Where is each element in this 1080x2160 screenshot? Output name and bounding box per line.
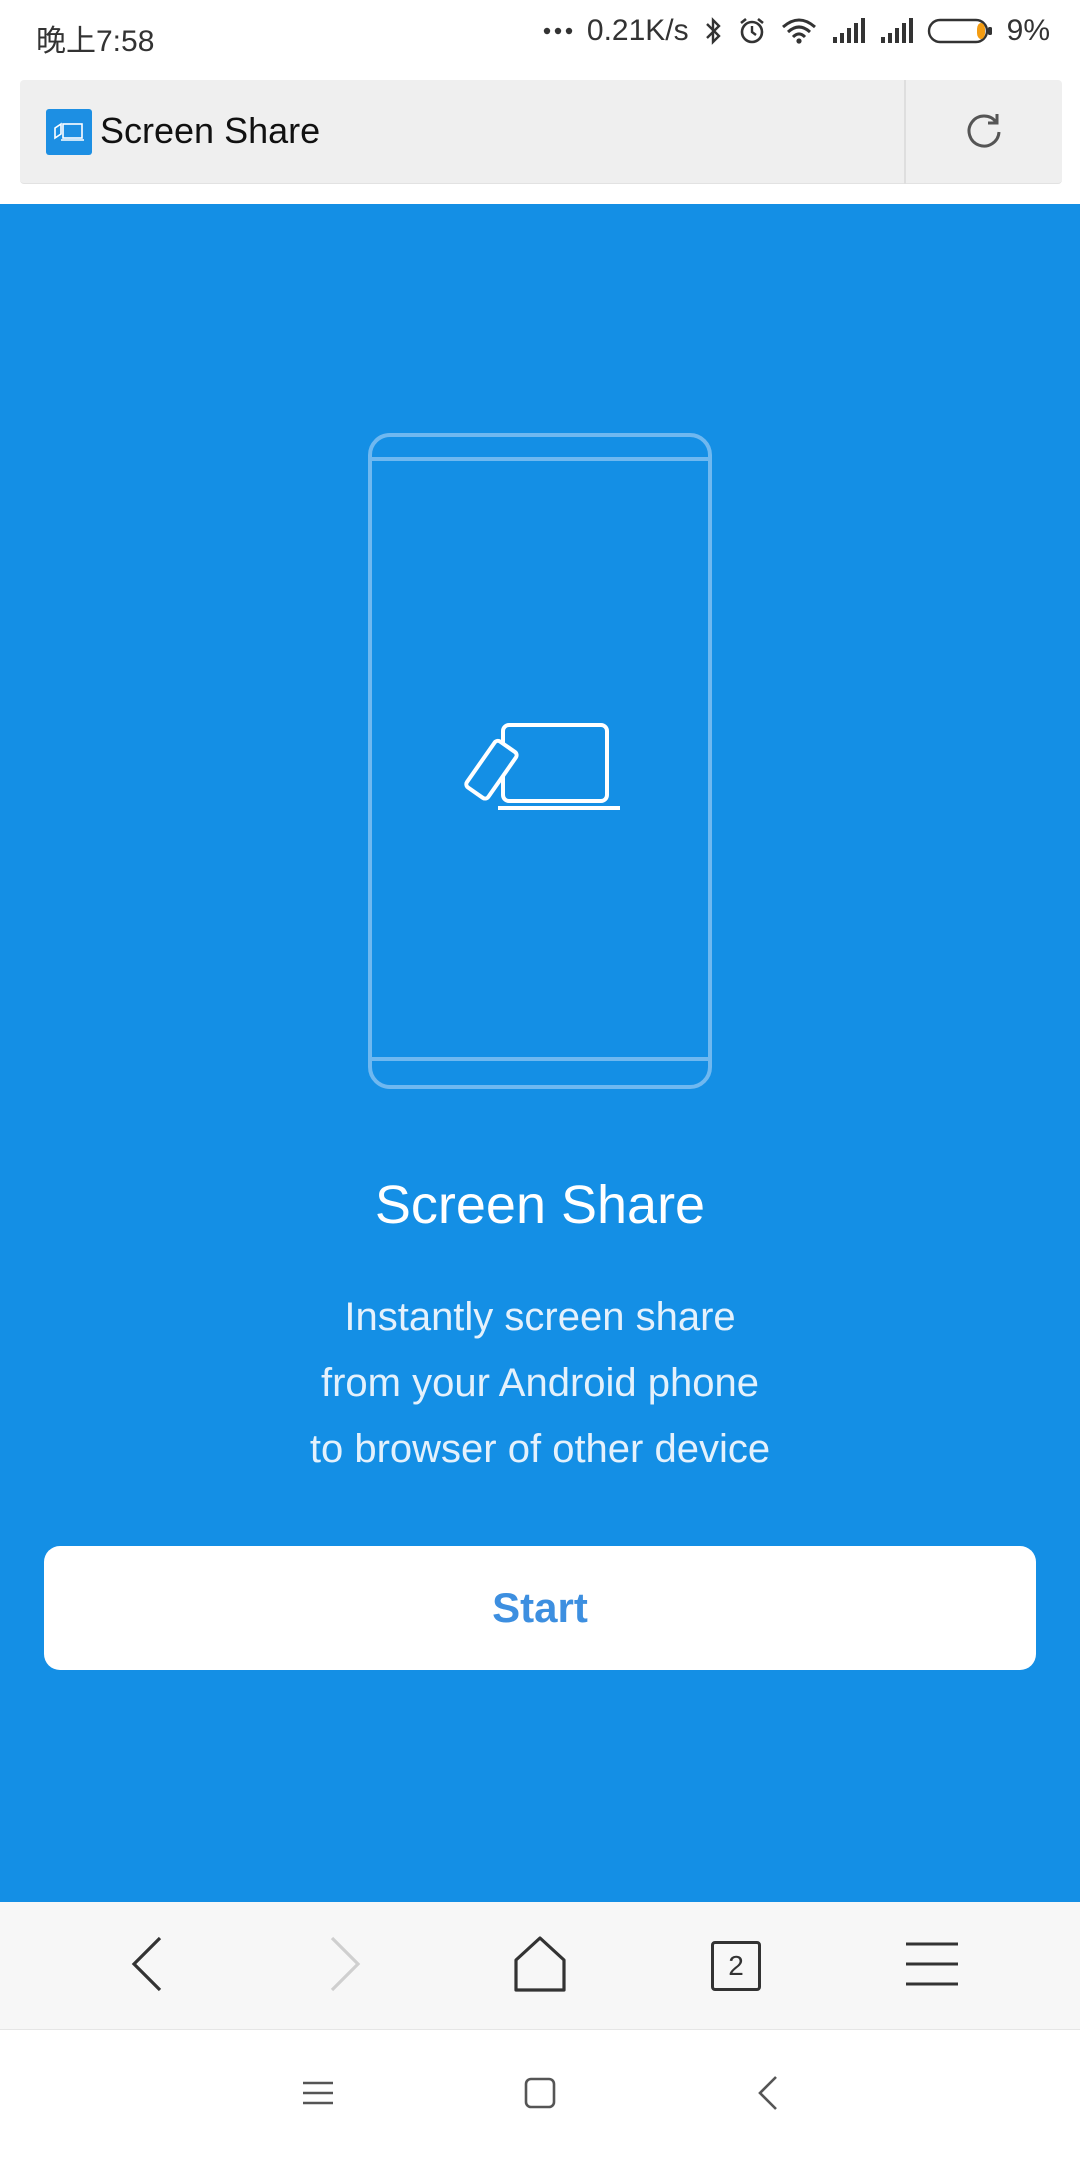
signal-icon-sim2 (879, 18, 913, 44)
content-description: Instantly screen share from your Android… (0, 1284, 1080, 1482)
signal-icon-sim1 (831, 18, 865, 44)
tabs-button[interactable]: 2 (676, 1902, 796, 2030)
recent-apps-icon (301, 2079, 335, 2112)
phone-illustration (368, 433, 712, 1094)
status-time: 晚上7:58 (36, 25, 155, 58)
home-nav-button[interactable] (480, 2030, 600, 2160)
battery-icon (927, 17, 993, 45)
address-bar[interactable]: Screen Share (20, 80, 1062, 184)
more-notifications-icon (543, 26, 573, 36)
description-line: from your Android phone (320, 1361, 760, 1405)
back-chevron-icon (756, 2075, 780, 2116)
recent-apps-button[interactable] (258, 2030, 378, 2160)
menu-icon (904, 1940, 960, 1993)
reload-icon (962, 108, 1006, 157)
home-icon (510, 1934, 570, 1999)
page-title: Screen Share (100, 110, 321, 151)
network-speed: 0.21K/s (586, 14, 689, 47)
status-icons: 0.21K/s 9% (543, 14, 1050, 48)
bluetooth-icon (703, 16, 723, 46)
start-button[interactable]: Start (44, 1546, 1036, 1670)
content-title: Screen Share (374, 1175, 706, 1235)
main-content: Screen Share Instantly screen share from… (0, 204, 1080, 1902)
description-line: to browser of other device (309, 1427, 771, 1471)
forward-button[interactable] (284, 1902, 404, 2030)
alarm-icon (737, 16, 767, 46)
reload-button[interactable] (906, 80, 1062, 184)
wifi-icon (781, 17, 817, 45)
menu-button[interactable] (872, 1902, 992, 2030)
home-button[interactable] (480, 1902, 600, 2030)
forward-arrow-icon (324, 1934, 364, 1999)
screen-cast-icon (464, 723, 620, 810)
battery-percent: 9% (1006, 14, 1050, 47)
status-bar: 晚上7:58 0.21K/s 9% (0, 0, 1080, 66)
screen-share-favicon-icon (46, 109, 92, 155)
description-line: Instantly screen share (344, 1295, 736, 1339)
square-home-icon (524, 2077, 556, 2114)
back-nav-button[interactable] (708, 2030, 828, 2160)
browser-toolbar: 2 (0, 1902, 1080, 2030)
back-button[interactable] (88, 1902, 208, 2030)
tab-count: 2 (711, 1941, 761, 1991)
system-nav-bar (0, 2030, 1080, 2160)
back-arrow-icon (128, 1934, 168, 1999)
